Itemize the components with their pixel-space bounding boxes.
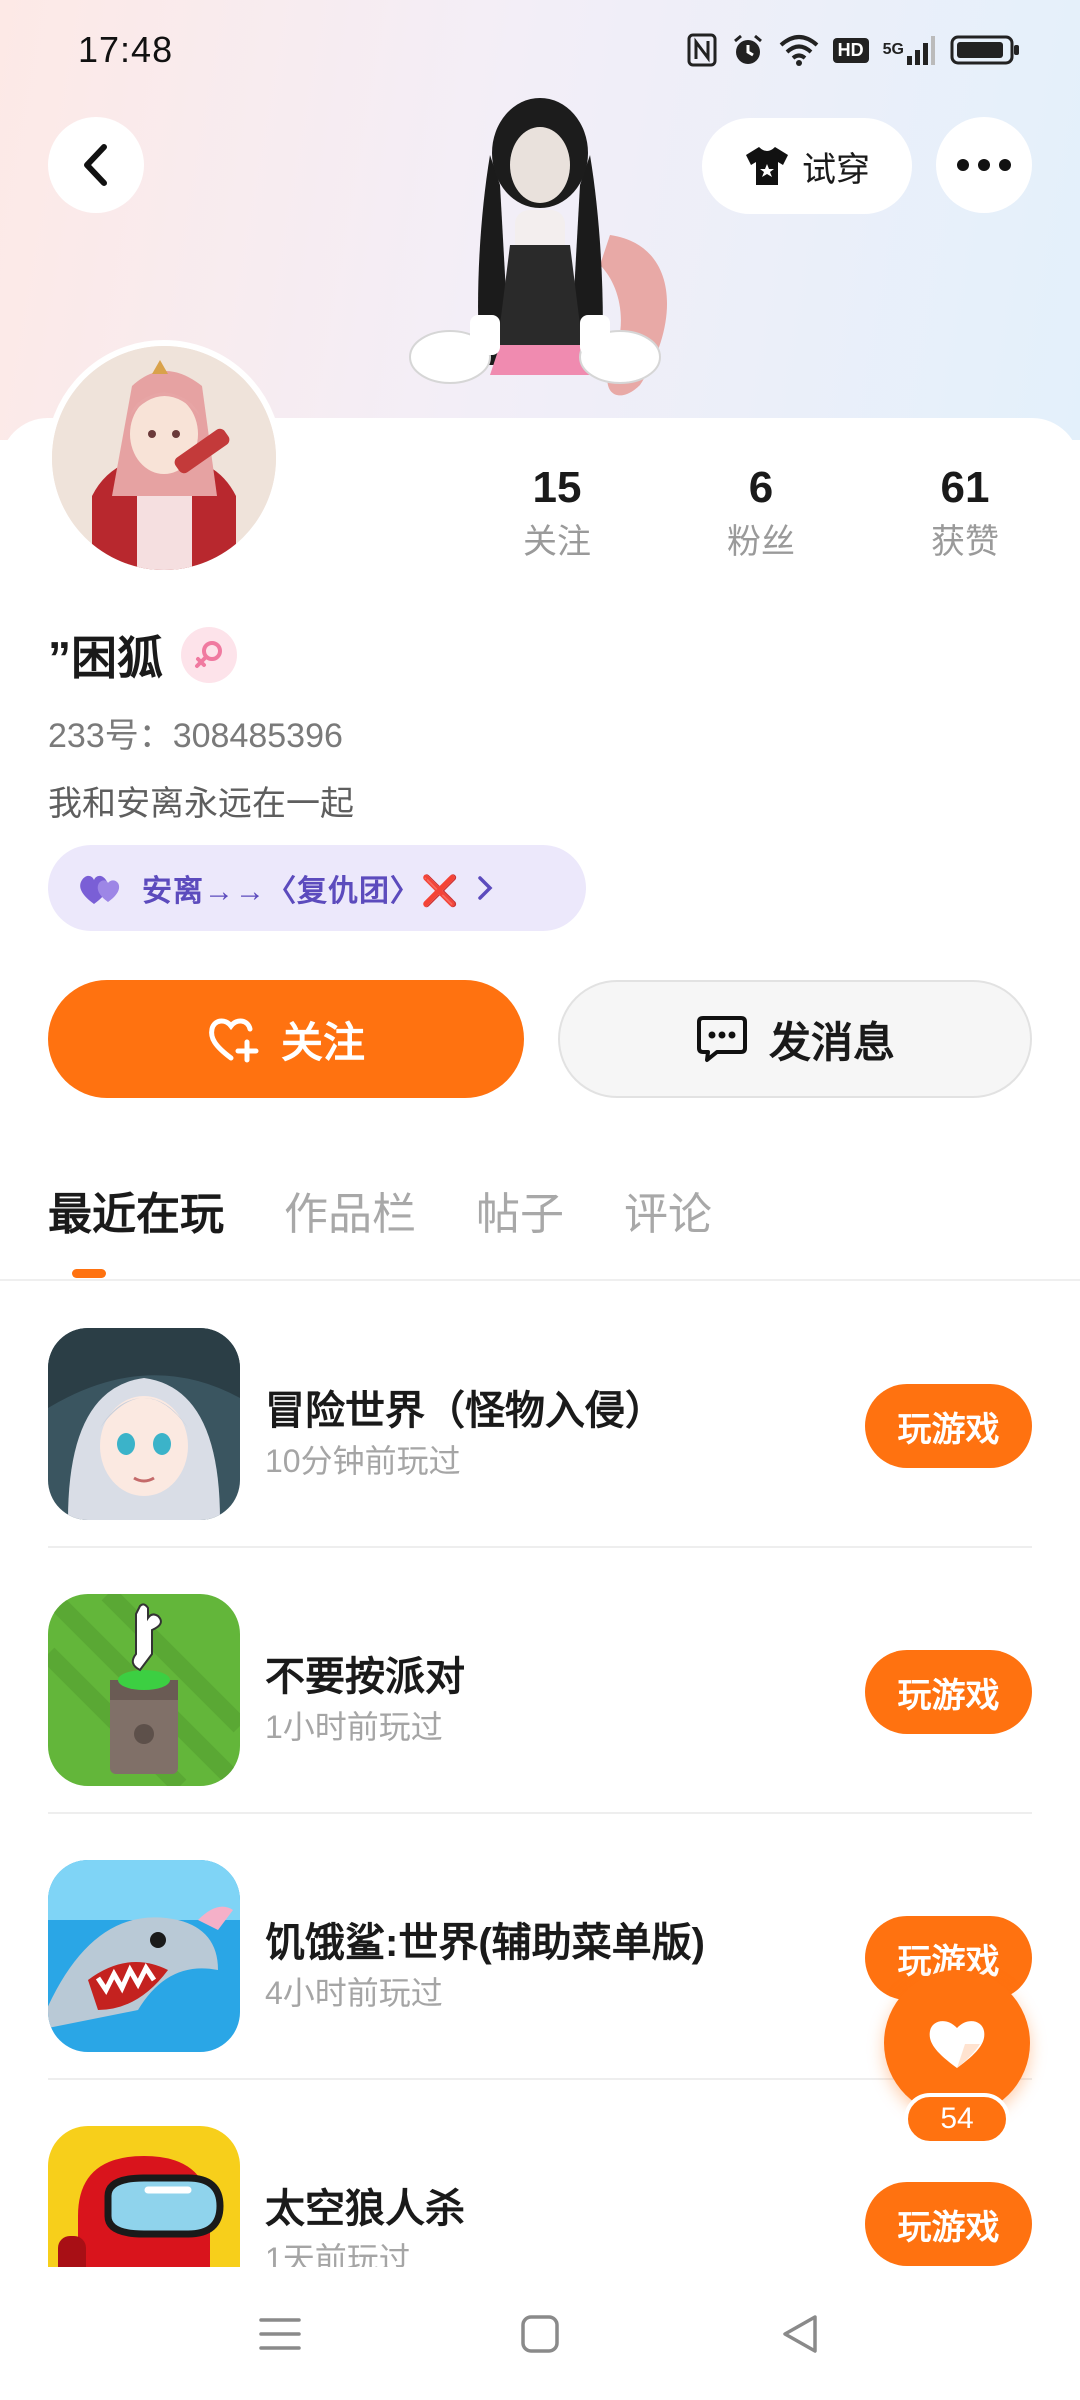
try-on-label: 试穿 [802,150,870,189]
shark-game-icon [48,1860,240,2052]
game-row[interactable]: 不要按派对 1小时前玩过 玩游戏 [48,1548,1032,1814]
back-nav-button[interactable] [760,2294,840,2374]
home-nav-button[interactable] [500,2294,580,2374]
avatar-3d-figure[interactable] [380,95,700,440]
stat-following[interactable]: 15 关注 [477,460,637,568]
tab-comments[interactable]: 评论 [624,1178,712,1242]
username-row: ”困狐 [48,622,237,688]
network-type-label: 5G [882,41,904,58]
crewmate-game-icon [48,2126,240,2267]
user-bio: 我和安离永远在一起 [48,785,354,823]
stat-likes-value: 61 [940,463,990,512]
tab-recently-played[interactable]: 最近在玩 [48,1178,224,1242]
battery-icon [950,34,1020,66]
game-last-played: 1天前玩过 [265,2241,411,2267]
follow-button[interactable]: 关注 [48,980,524,1098]
stat-likes-label: 获赞 [931,523,999,561]
cellular-signal-icon: 5G [883,34,936,66]
stat-following-label: 关注 [523,523,591,561]
nfc-icon [687,33,717,67]
play-game-button[interactable]: 玩游戏 [865,1384,1032,1468]
follow-label: 关注 [280,1018,365,1066]
game-last-played: 1小时前玩过 [265,1709,443,1745]
chevron-right-icon [478,876,493,900]
chevron-left-icon [84,144,107,186]
profile-tabs: 最近在玩 作品栏 帖子 评论 [48,1178,772,1242]
hd-badge: HD [832,37,869,63]
game-last-played: 4小时前玩过 [265,1975,443,2011]
alarm-icon [731,33,765,67]
stat-followers-value: 6 [748,463,774,512]
send-message-label: 发消息 [768,1018,895,1066]
more-button[interactable] [936,117,1032,213]
tab-posts[interactable]: 帖子 [476,1178,564,1242]
tab-works[interactable]: 作品栏 [284,1178,416,1242]
try-on-button[interactable]: 试穿 [702,118,912,214]
active-tab-indicator [72,1269,106,1278]
play-game-button[interactable]: 玩游戏 [865,1650,1032,1734]
status-icons: HD 5G [687,33,1020,67]
heart-icon [929,2021,985,2068]
anime-girl-game-icon [48,1328,240,1520]
stat-following-value: 15 [532,463,582,512]
double-heart-icon [80,875,120,904]
stat-followers-label: 粉丝 [727,523,795,561]
game-title: 不要按派对 [265,1655,465,1699]
play-game-button[interactable]: 玩游戏 [865,2182,1032,2266]
chat-bubble-icon [696,1016,747,1062]
system-nav-bar [0,2267,1080,2400]
avatar-image [52,346,276,570]
female-gender-icon [181,627,237,683]
profile-avatar[interactable] [46,340,282,576]
game-title: 太空狼人杀 [265,2187,465,2231]
game-row[interactable]: 太空狼人杀 1天前玩过 玩游戏 [48,2080,1032,2267]
like-count-badge: 54 [904,2093,1010,2145]
heart-plus-icon [209,1018,259,1063]
game-title: 冒险世界（怪物入侵） [265,1389,665,1433]
send-message-button[interactable]: 发消息 [558,980,1032,1098]
menu-lines-icon [259,2317,301,2350]
username: ”困狐 [48,632,163,684]
back-triangle-icon [783,2314,817,2353]
relation-tag-text: 安离→→〈复仇团〉❌ [142,875,460,908]
stat-likes[interactable]: 61 获赞 [885,460,1045,568]
stat-followers[interactable]: 6 粉丝 [681,460,841,568]
back-button[interactable] [48,117,144,213]
tshirt-icon [746,147,788,185]
user-id: 233号：308485396 [48,717,343,755]
tabs-divider [0,1279,1080,1281]
status-time: 17:48 [78,29,174,70]
game-row[interactable]: 冒险世界（怪物入侵） 10分钟前玩过 玩游戏 [48,1282,1032,1548]
wifi-icon [779,34,819,66]
home-square-icon [521,2314,559,2353]
menu-nav-button[interactable] [240,2294,320,2374]
status-bar: 17:48 HD 5G [0,0,1080,100]
more-dots-icon [957,159,1011,171]
button-pedestal-game-icon [48,1594,240,1786]
game-title: 饥饿鲨:世界(辅助菜单版) [265,1921,705,1965]
game-last-played: 10分钟前玩过 [265,1443,461,1479]
relation-tag[interactable]: 安离→→〈复仇团〉❌ [48,845,586,931]
